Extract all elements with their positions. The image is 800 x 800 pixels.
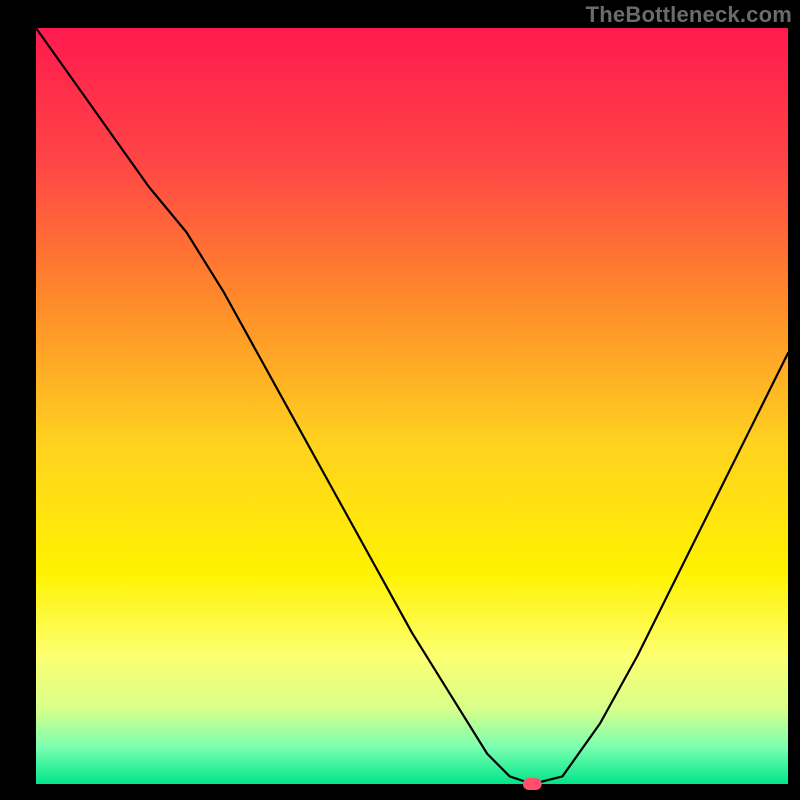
chart-canvas: [0, 0, 800, 800]
plot-background: [36, 28, 788, 784]
watermark-label: TheBottleneck.com: [586, 2, 792, 28]
bottleneck-chart: TheBottleneck.com: [0, 0, 800, 800]
target-marker: [523, 778, 542, 790]
